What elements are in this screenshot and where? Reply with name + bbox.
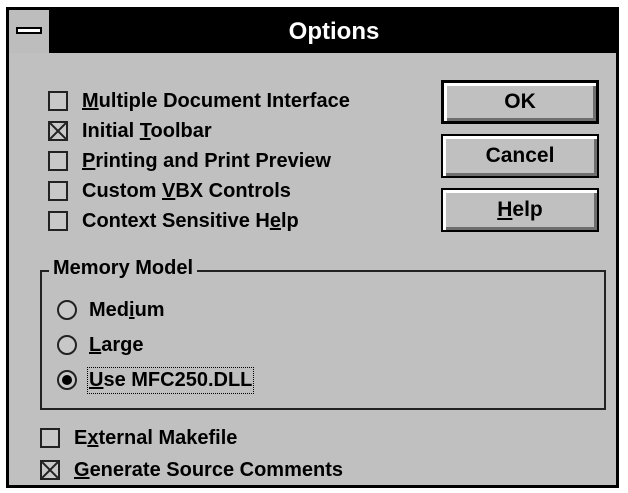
radio-use-mfc250-circle[interactable] [57, 370, 77, 390]
checkbox-custom-vbx[interactable]: Custom VBX Controls [48, 176, 291, 206]
checkbox-mdi[interactable]: Multiple Document Interface [48, 86, 350, 116]
radio-medium[interactable]: Medium [57, 295, 165, 325]
checkbox-custom-vbx-box[interactable] [48, 181, 68, 201]
system-menu-icon[interactable] [9, 10, 52, 53]
checkbox-external-makefile-box[interactable] [40, 428, 60, 448]
checkbox-generate-comments-label[interactable]: Generate Source Comments [74, 459, 343, 482]
radio-use-mfc250[interactable]: Use MFC250.DLL [57, 365, 255, 395]
checkbox-printing-label[interactable]: Printing and Print Preview [82, 150, 331, 173]
checkbox-generate-comments[interactable]: Generate Source Comments [40, 455, 343, 485]
help-button-accelerator: H [497, 198, 513, 221]
checkbox-generate-comments-box[interactable] [40, 460, 60, 480]
checkbox-initial-toolbar[interactable]: Initial Toolbar [48, 116, 212, 146]
ok-button[interactable]: OK [441, 80, 599, 124]
checkbox-custom-vbx-label[interactable]: Custom VBX Controls [82, 180, 291, 203]
checkbox-mdi-label[interactable]: Multiple Document Interface [82, 90, 350, 113]
checkbox-context-help-box[interactable] [48, 211, 68, 231]
system-menu-bar-glyph [16, 27, 42, 34]
checkbox-printing[interactable]: Printing and Print Preview [48, 146, 331, 176]
memory-model-label: Memory Model [49, 257, 198, 280]
dialog-title: Options [288, 18, 380, 45]
title-bar: Options [9, 10, 616, 53]
help-button[interactable]: Help [441, 188, 599, 232]
checkbox-context-help[interactable]: Context Sensitive Help [48, 206, 299, 236]
radio-use-mfc250-label[interactable]: Use MFC250.DLL [86, 366, 255, 394]
radio-medium-label[interactable]: Medium [89, 299, 165, 322]
checkbox-context-help-label[interactable]: Context Sensitive Help [82, 210, 299, 233]
options-dialog: Options Multiple Document Interface Init… [6, 7, 619, 488]
checkbox-initial-toolbar-box[interactable] [48, 121, 68, 141]
checkbox-external-makefile[interactable]: External Makefile [40, 423, 237, 453]
radio-large[interactable]: Large [57, 330, 143, 360]
radio-medium-circle[interactable] [57, 300, 77, 320]
checkbox-external-makefile-label[interactable]: External Makefile [74, 427, 237, 450]
cancel-button[interactable]: Cancel [441, 134, 599, 178]
radio-large-label[interactable]: Large [89, 334, 143, 357]
checkbox-mdi-box[interactable] [48, 91, 68, 111]
help-button-label: elp [512, 198, 543, 221]
checkbox-printing-box[interactable] [48, 151, 68, 171]
radio-large-circle[interactable] [57, 335, 77, 355]
checkbox-initial-toolbar-label[interactable]: Initial Toolbar [82, 120, 212, 143]
